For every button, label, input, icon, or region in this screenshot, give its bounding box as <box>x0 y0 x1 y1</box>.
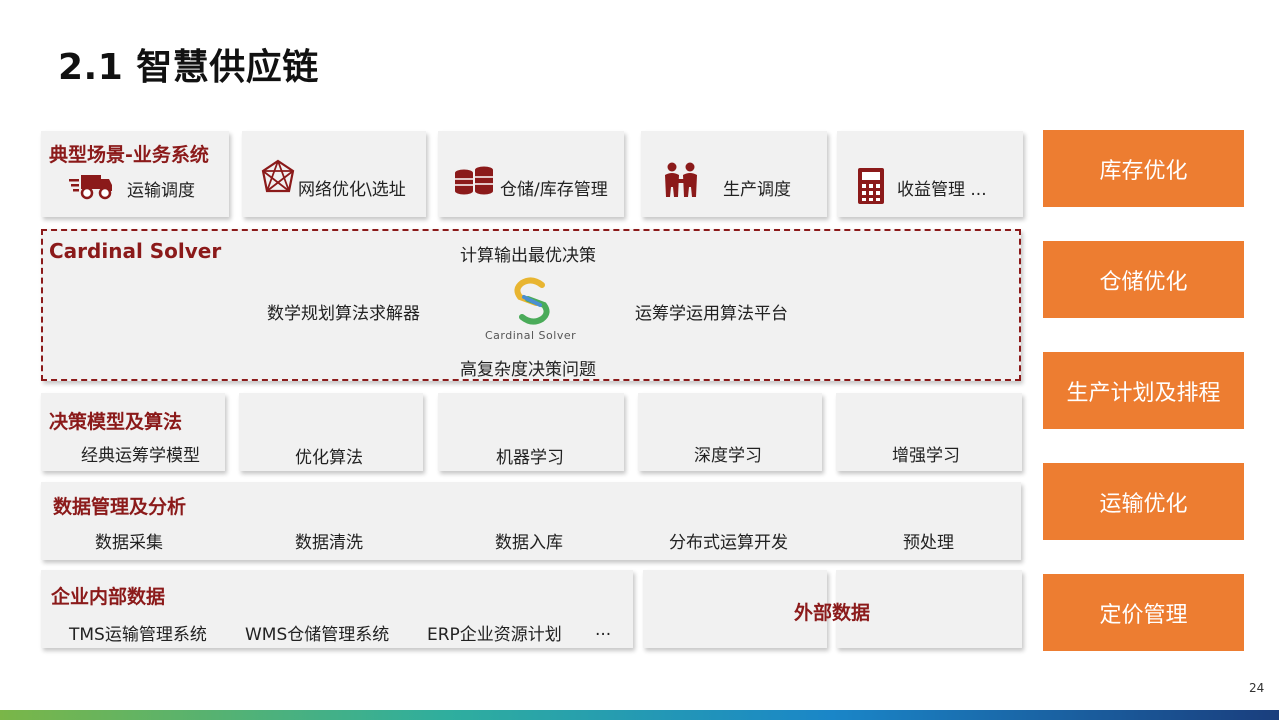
data-mgmt-item-collect: 数据采集 <box>95 533 163 553</box>
page-number: 24 <box>1249 681 1265 695</box>
scenario-card-warehouse: 仓储/库存管理 <box>438 131 624 217</box>
solver-right-label: 运筹学运用算法平台 <box>635 304 788 324</box>
solver-title: Cardinal Solver <box>49 239 222 263</box>
data-mgmt-item-preprocess: 预处理 <box>903 533 954 553</box>
scenario-item-revenue: 收益管理 ... <box>897 180 987 200</box>
solver-panel: Cardinal Solver 计算输出最优决策 数学规划算法求解器 运筹学运用… <box>41 229 1021 381</box>
scenario-title: 典型场景-业务系统 <box>49 144 209 166</box>
footer-gradient-bar <box>0 710 1279 720</box>
data-mgmt-item-distributed: 分布式运算开发 <box>669 533 788 553</box>
cardinal-solver-logo <box>514 277 550 325</box>
scenario-card-network: 网络优化\选址 <box>242 131 426 217</box>
models-item-classic: 经典运筹学模型 <box>81 446 200 466</box>
scenario-card-revenue: 收益管理 ... <box>837 131 1023 217</box>
data-mgmt-item-store: 数据入库 <box>495 533 563 553</box>
internal-item-more: ... <box>595 620 612 640</box>
side-button-inventory[interactable]: 库存优化 <box>1043 130 1244 207</box>
models-item-rl: 增强学习 <box>892 446 960 466</box>
solver-bottom-label: 高复杂度决策问题 <box>460 360 596 380</box>
scenario-item-transport: 运输调度 <box>127 181 195 201</box>
models-card-ml: 机器学习 <box>438 393 624 471</box>
models-card-dl: 深度学习 <box>638 393 822 471</box>
models-card-optimization: 优化算法 <box>239 393 423 471</box>
database-icon <box>455 166 493 195</box>
scenario-card-production: 生产调度 <box>641 131 827 217</box>
side-button-pricing[interactable]: 定价管理 <box>1043 574 1244 651</box>
scenario-item-warehouse: 仓储/库存管理 <box>500 180 608 200</box>
internal-item-wms: WMS仓储管理系统 <box>245 625 390 645</box>
models-item-dl: 深度学习 <box>694 446 762 466</box>
side-button-production-planning[interactable]: 生产计划及排程 <box>1043 352 1244 429</box>
external-data-label: 外部数据 <box>794 602 871 624</box>
calculator-icon <box>858 168 884 204</box>
models-item-ml: 机器学习 <box>496 448 564 468</box>
scenario-item-network: 网络优化\选址 <box>298 180 406 200</box>
truck-icon <box>69 175 112 200</box>
cardinal-solver-logo-text: Cardinal Solver <box>485 329 577 342</box>
internal-data-title: 企业内部数据 <box>51 586 166 608</box>
workers-icon <box>665 162 697 197</box>
side-button-transport[interactable]: 运输优化 <box>1043 463 1244 540</box>
solver-top-label: 计算输出最优决策 <box>460 246 596 266</box>
scenario-panel: 典型场景-业务系统 运输调度 <box>41 131 229 217</box>
data-mgmt-panel: 数据管理及分析 数据采集 数据清洗 数据入库 分布式运算开发 预处理 <box>41 482 1021 560</box>
side-button-warehousing[interactable]: 仓储优化 <box>1043 241 1244 318</box>
models-card-rl: 增强学习 <box>836 393 1022 471</box>
data-mgmt-item-clean: 数据清洗 <box>295 533 363 553</box>
models-panel: 决策模型及算法 经典运筹学模型 <box>41 393 225 471</box>
models-title: 决策模型及算法 <box>49 411 183 433</box>
solver-left-label: 数学规划算法求解器 <box>267 304 420 324</box>
models-item-optimization: 优化算法 <box>295 448 363 468</box>
network-icon <box>261 159 295 193</box>
data-mgmt-title: 数据管理及分析 <box>53 496 187 518</box>
internal-item-erp: ERP企业资源计划 <box>427 625 562 645</box>
internal-item-tms: TMS运输管理系统 <box>69 625 207 645</box>
internal-data-panel: 企业内部数据 TMS运输管理系统 WMS仓储管理系统 ERP企业资源计划 ... <box>41 570 633 648</box>
scenario-item-production: 生产调度 <box>723 180 791 200</box>
page-title: 2.1 智慧供应链 <box>58 47 319 88</box>
